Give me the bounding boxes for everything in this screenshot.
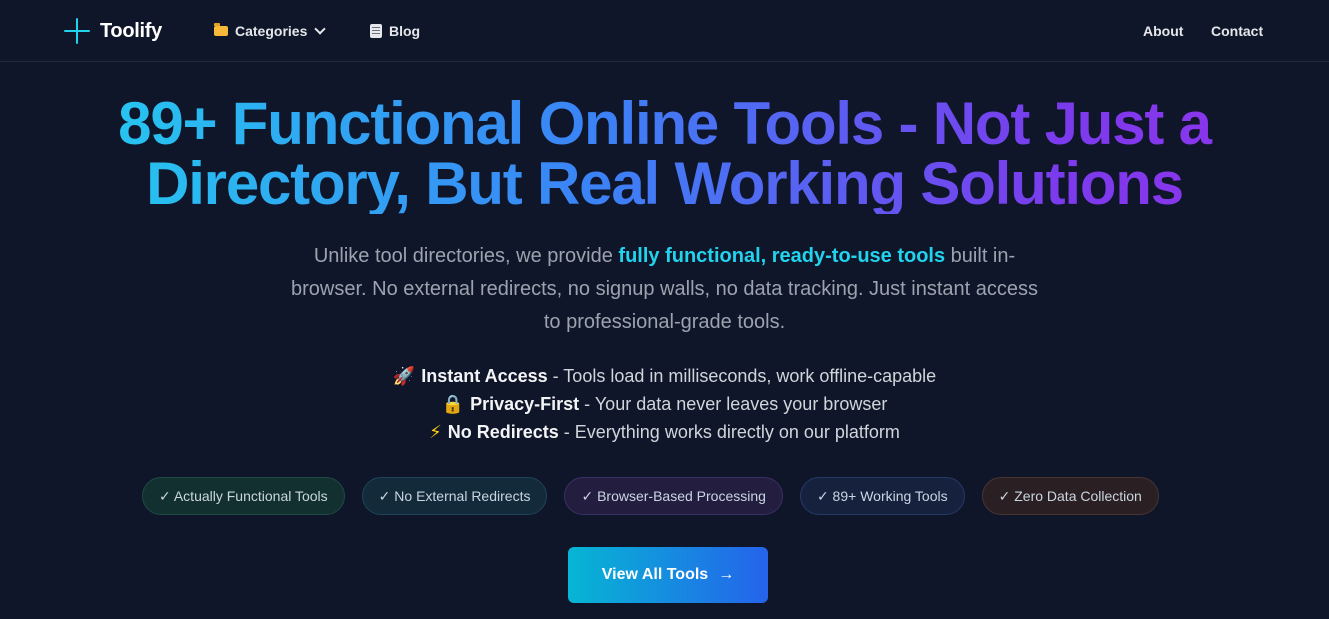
- feature-text: - Your data never leaves your browser: [579, 394, 888, 414]
- plus-cross-icon: [64, 18, 90, 44]
- brand-logo-link[interactable]: Toolify: [64, 17, 162, 45]
- chevron-down-icon: [314, 23, 327, 35]
- feature-text: - Tools load in milliseconds, work offli…: [547, 366, 937, 386]
- feature-list: 🚀 Instant Access - Tools load in millisec…: [0, 362, 1329, 446]
- hero-title-line-2: Directory, But Real Working Solutions: [146, 150, 1183, 217]
- feature-privacy-first: 🔒 Privacy-First - Your data never leaves …: [0, 390, 1329, 418]
- nav-categories-label: Categories: [235, 23, 308, 39]
- lightning-icon: ⚡: [429, 422, 442, 442]
- badge-no-redirects: ✓ No External Redirects: [361, 477, 548, 515]
- view-all-tools-button[interactable]: View All Tools →: [568, 547, 768, 603]
- badge-working-tools-count: ✓ 89+ Working Tools: [799, 477, 965, 515]
- view-all-tools-label: View All Tools: [601, 566, 709, 583]
- top-navbar: Toolify Categories Blog About Contact: [0, 0, 1329, 62]
- hero-subtitle: Unlike tool directories, we provide full…: [280, 240, 1049, 339]
- hero-subtitle-highlight: fully functional, ready-to-use tools: [618, 245, 946, 267]
- feature-title: Instant Access: [421, 366, 548, 386]
- badge-row: ✓ Actually Functional Tools ✓ No Externa…: [142, 477, 1159, 515]
- badge-functional-tools: ✓ Actually Functional Tools: [142, 477, 345, 515]
- feature-title: Privacy-First: [470, 394, 580, 414]
- hero-title: 89+ Functional Online Tools - Not Just a…: [0, 94, 1329, 214]
- feature-text: - Everything works directly on our platf…: [558, 422, 900, 442]
- nav-about-label: About: [1143, 23, 1184, 39]
- feature-title: No Redirects: [447, 422, 559, 442]
- nav-blog-link[interactable]: Blog: [370, 20, 420, 42]
- brand-name: Toolify: [100, 19, 162, 42]
- badge-zero-data-collection: ✓ Zero Data Collection: [981, 477, 1159, 515]
- folder-icon: [214, 23, 228, 36]
- hero-subtitle-intro: Unlike tool directories, we provide: [313, 245, 619, 267]
- feature-instant-access: 🚀 Instant Access - Tools load in millisec…: [0, 362, 1329, 390]
- badge-browser-processing: ✓ Browser-Based Processing: [564, 477, 783, 515]
- rocket-icon: 🚀: [392, 366, 416, 386]
- nav-blog-label: Blog: [389, 23, 421, 39]
- hero-title-line-1: 89+ Functional Online Tools - Not Just a: [118, 90, 1211, 157]
- nav-contact-label: Contact: [1211, 23, 1264, 39]
- nav-categories-dropdown[interactable]: Categories: [214, 20, 327, 42]
- nav-about-link[interactable]: About: [1143, 20, 1183, 42]
- lock-icon: 🔒: [441, 394, 465, 414]
- feature-no-redirects: ⚡ No Redirects - Everything works directl…: [0, 418, 1329, 446]
- nav-contact-link[interactable]: Contact: [1211, 20, 1263, 42]
- arrow-right-icon: →: [718, 566, 735, 583]
- document-icon: [370, 24, 382, 38]
